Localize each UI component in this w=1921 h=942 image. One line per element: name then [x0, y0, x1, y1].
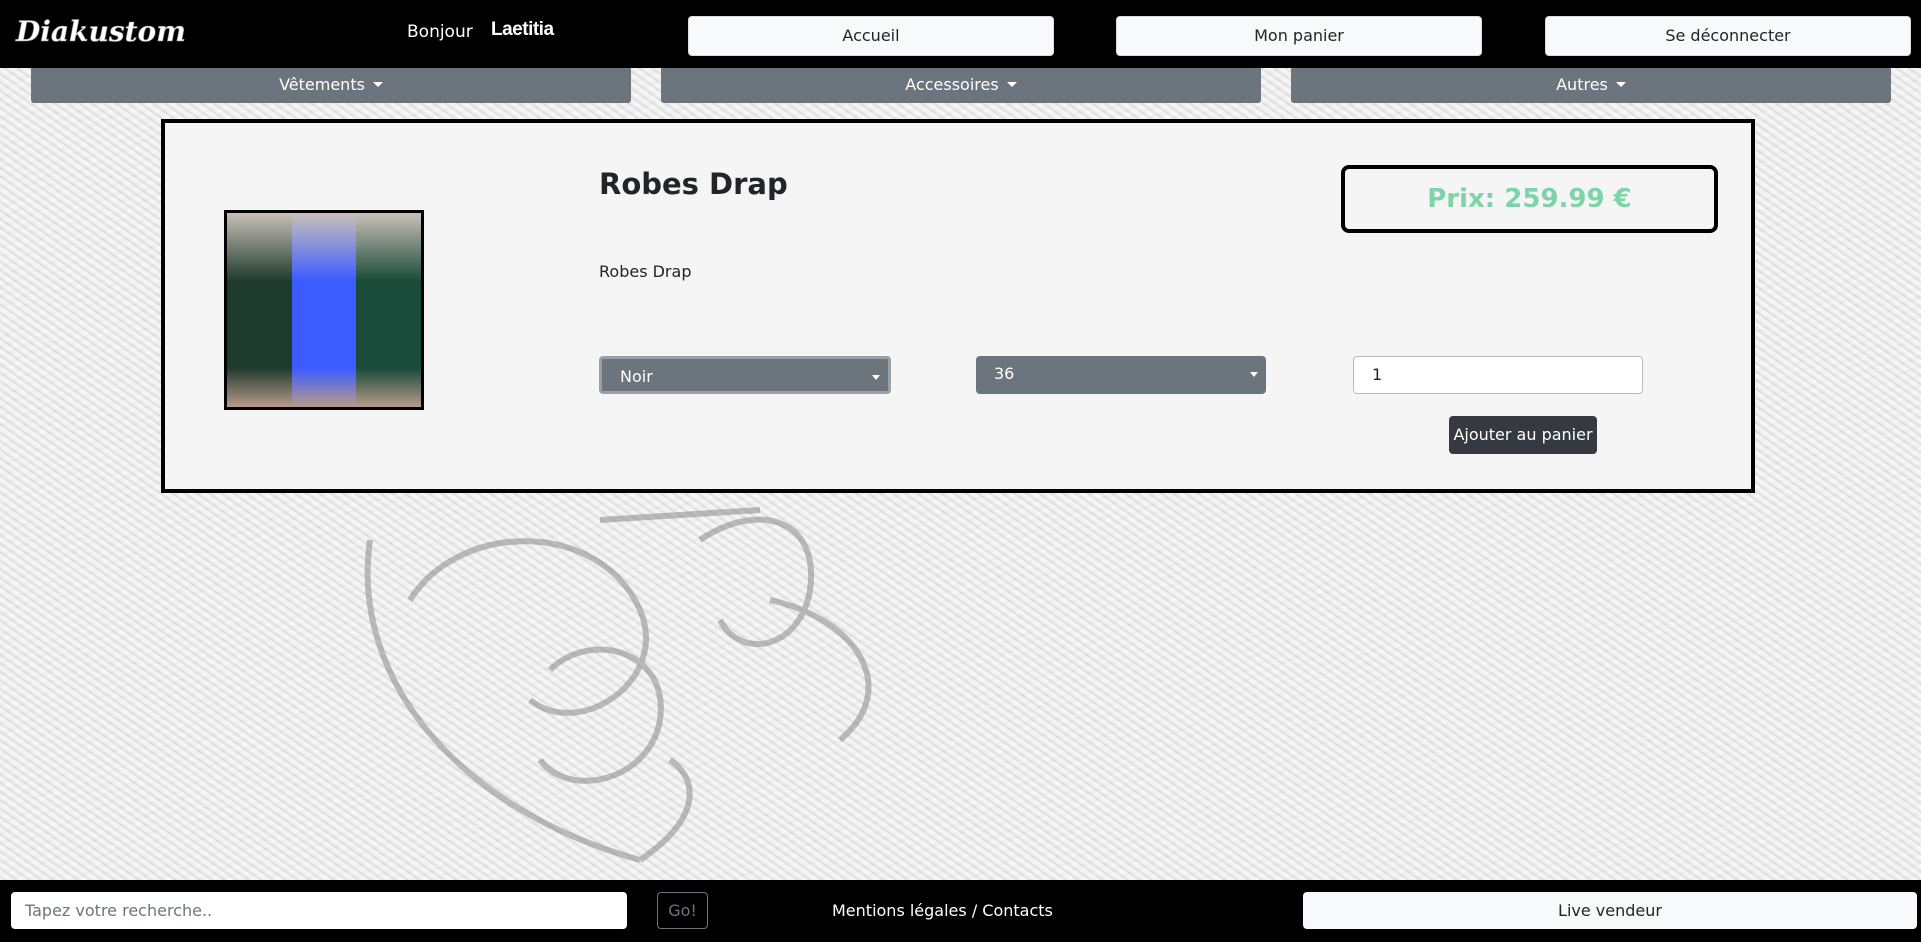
background-ornament: [364, 507, 872, 863]
product-card: Robes Drap Robes Drap Prix: 259.99 € Noi…: [161, 119, 1755, 493]
category-dropdown-accessoires[interactable]: Accessoires: [661, 68, 1261, 103]
product-image[interactable]: [224, 210, 424, 410]
caret-down-icon: [372, 82, 383, 87]
price-badge: Prix: 259.99 €: [1341, 165, 1718, 233]
caret-down-icon: [1006, 82, 1017, 87]
live-seller-button[interactable]: Live vendeur: [1303, 892, 1917, 929]
category-dropdown-vetements[interactable]: Vêtements: [31, 68, 631, 103]
category-label: Autres: [1556, 75, 1608, 94]
username: Laetitia: [491, 19, 554, 40]
color-select-value: Noir: [620, 367, 653, 386]
color-select[interactable]: Noir: [599, 356, 891, 394]
top-navbar: Diakustom Bonjour Laetitia Accueil Mon p…: [0, 0, 1921, 68]
image-panel: [356, 213, 421, 407]
chevron-down-icon: [872, 375, 880, 380]
search-go-button[interactable]: Go!: [657, 892, 708, 929]
category-label: Accessoires: [905, 75, 999, 94]
site-logo[interactable]: Diakustom: [14, 12, 204, 52]
image-panel: [291, 213, 357, 407]
footer-bar: Tapez votre recherche.. Go! Mentions lég…: [0, 880, 1921, 942]
home-button[interactable]: Accueil: [688, 16, 1054, 56]
size-select-value: 36: [994, 364, 1015, 383]
search-input[interactable]: Tapez votre recherche..: [11, 892, 627, 929]
add-to-cart-button[interactable]: Ajouter au panier: [1449, 416, 1597, 454]
category-label: Vêtements: [279, 75, 365, 94]
product-title: Robes Drap: [599, 167, 788, 201]
svg-text:Diakustom: Diakustom: [15, 15, 186, 48]
caret-down-icon: [1615, 82, 1626, 87]
size-select[interactable]: 36: [976, 356, 1266, 394]
cart-button[interactable]: Mon panier: [1116, 16, 1482, 56]
chevron-down-icon: [1250, 372, 1258, 377]
legal-contacts-link[interactable]: Mentions légales / Contacts: [832, 901, 1053, 920]
quantity-input[interactable]: 1: [1353, 356, 1643, 394]
logout-button[interactable]: Se déconnecter: [1545, 16, 1911, 56]
image-panel: [227, 213, 292, 407]
product-description: Robes Drap: [599, 262, 692, 281]
greeting-text: Bonjour: [407, 22, 473, 42]
category-dropdown-autres[interactable]: Autres: [1291, 68, 1891, 103]
